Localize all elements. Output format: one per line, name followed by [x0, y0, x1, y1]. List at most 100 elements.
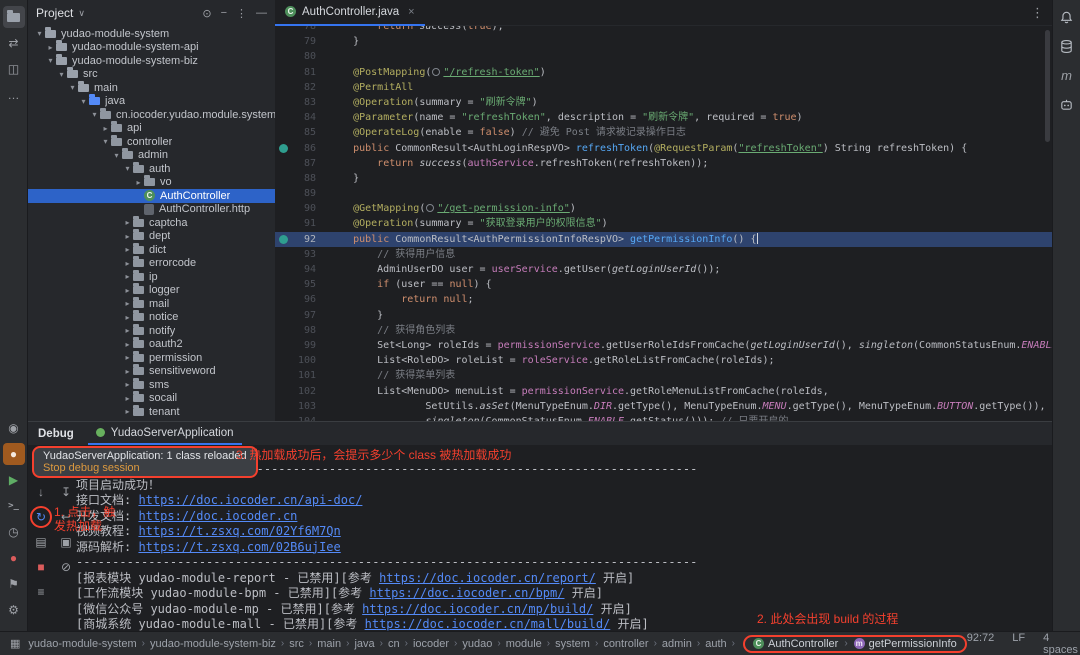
- tree-item-socail[interactable]: ▸socail: [28, 392, 275, 406]
- tree-item-dict[interactable]: ▸dict: [28, 243, 275, 257]
- tree-item-main[interactable]: ▾main: [28, 81, 275, 95]
- commit-tool-icon[interactable]: ⇄: [3, 32, 25, 54]
- project-tree[interactable]: ▾yudao-module-system▸yudao-module-system…: [28, 27, 275, 421]
- tree-chevron-icon[interactable]: ▸: [133, 178, 144, 187]
- tree-item-yudao-module-system-biz[interactable]: ▾yudao-module-system-biz: [28, 54, 275, 68]
- tree-chevron-icon[interactable]: ▸: [122, 245, 133, 254]
- console-link[interactable]: https://t.zsxq.com/02Yf6M7Qn: [138, 524, 340, 538]
- breadcrumb-yudao[interactable]: yudao: [462, 638, 492, 650]
- tree-chevron-icon[interactable]: ▾: [122, 164, 133, 173]
- breadcrumb-controller[interactable]: controller: [603, 638, 648, 650]
- tree-chevron-icon[interactable]: ▸: [122, 340, 133, 349]
- ai-assistant-icon[interactable]: [1056, 93, 1078, 115]
- tree-item-notice[interactable]: ▸notice: [28, 311, 275, 325]
- breadcrumb-iocoder[interactable]: iocoder: [413, 638, 449, 650]
- run-tool-icon[interactable]: ▶: [3, 469, 25, 491]
- tab-options-icon[interactable]: ⋮: [1031, 5, 1044, 21]
- stop-debug-session-link[interactable]: Stop debug session: [43, 462, 247, 474]
- tree-chevron-icon[interactable]: ▸: [122, 218, 133, 227]
- tree-chevron-icon[interactable]: ▸: [122, 353, 133, 362]
- tree-chevron-icon[interactable]: ▾: [45, 56, 56, 65]
- tree-item-yudao-module-system-api[interactable]: ▸yudao-module-system-api: [28, 41, 275, 55]
- tree-item-notify[interactable]: ▸notify: [28, 324, 275, 338]
- tree-item-cn.iocoder.yudao.module.system[interactable]: ▾cn.iocoder.yudao.module.system: [28, 108, 275, 122]
- workspace-grid-icon[interactable]: ▦: [10, 637, 20, 650]
- console-link[interactable]: https://doc.iocoder.cn/api-doc/: [138, 493, 362, 507]
- tree-item-yudao-module-system[interactable]: ▾yudao-module-system: [28, 27, 275, 41]
- project-tool-icon[interactable]: [3, 6, 25, 28]
- scroll-to-end-icon[interactable]: ↧: [58, 484, 74, 500]
- stop-icon[interactable]: ■: [33, 559, 49, 575]
- editor-scrollbar[interactable]: [1045, 30, 1050, 142]
- console-link[interactable]: https://doc.iocoder.cn: [138, 509, 297, 523]
- database-tool-icon[interactable]: [1056, 35, 1078, 57]
- tree-chevron-icon[interactable]: ▸: [122, 313, 133, 322]
- caret-position[interactable]: 92:72: [967, 632, 995, 655]
- tree-item-oauth2[interactable]: ▸oauth2: [28, 338, 275, 352]
- maven-tool-icon[interactable]: m: [1056, 64, 1078, 86]
- close-tab-icon[interactable]: ×: [408, 6, 414, 18]
- tree-item-logger[interactable]: ▸logger: [28, 284, 275, 298]
- tree-chevron-icon[interactable]: ▾: [34, 29, 45, 38]
- breadcrumb-java[interactable]: java: [354, 638, 374, 650]
- console-link[interactable]: https://doc.iocoder.cn/bpm/: [369, 586, 564, 600]
- more-options-icon[interactable]: ⋮: [236, 7, 247, 20]
- code-editor[interactable]: 78 return success(true);79 }8081 @PostMa…: [275, 26, 1052, 421]
- project-panel-title[interactable]: Project: [36, 6, 73, 20]
- tree-item-auth[interactable]: ▾auth: [28, 162, 275, 176]
- tree-chevron-icon[interactable]: ▸: [122, 326, 133, 335]
- more-tools-icon[interactable]: …: [3, 84, 25, 106]
- tree-item-src[interactable]: ▾src: [28, 68, 275, 82]
- tree-item-api[interactable]: ▸api: [28, 122, 275, 136]
- endpoint-icon[interactable]: [279, 144, 288, 153]
- breadcrumb-yudao-module-system-biz[interactable]: yudao-module-system-biz: [150, 638, 276, 650]
- debug-tool-icon[interactable]: ●: [3, 443, 25, 465]
- breadcrumb-yudao-module-system[interactable]: yudao-module-system: [28, 638, 136, 650]
- breadcrumb-auth[interactable]: auth: [705, 638, 726, 650]
- chevron-down-icon[interactable]: ∨: [78, 8, 85, 19]
- breadcrumb-module[interactable]: module: [506, 638, 542, 650]
- tree-chevron-icon[interactable]: ▸: [122, 272, 133, 281]
- breadcrumb-main[interactable]: main: [317, 638, 341, 650]
- tree-chevron-icon[interactable]: ▸: [122, 299, 133, 308]
- endpoint-icon[interactable]: [279, 235, 288, 244]
- history-icon[interactable]: ◷: [3, 521, 25, 543]
- tree-item-errorcode[interactable]: ▸errorcode: [28, 257, 275, 271]
- tree-item-AuthController[interactable]: CAuthController: [28, 189, 275, 203]
- tree-chevron-icon[interactable]: ▸: [122, 259, 133, 268]
- tree-item-sensitiveword[interactable]: ▸sensitiveword: [28, 365, 275, 379]
- more-icon[interactable]: ≡: [33, 584, 49, 600]
- tree-chevron-icon[interactable]: ▸: [122, 407, 133, 416]
- terminal-tool-icon[interactable]: >_: [3, 495, 25, 517]
- tree-chevron-icon[interactable]: ▸: [122, 286, 133, 295]
- tree-chevron-icon[interactable]: ▸: [122, 394, 133, 403]
- breadcrumb-src[interactable]: src: [289, 638, 304, 650]
- notifications-icon[interactable]: [1056, 6, 1078, 28]
- tree-chevron-icon[interactable]: ▾: [78, 97, 89, 106]
- tree-item-captcha[interactable]: ▸captcha: [28, 216, 275, 230]
- tree-item-dept[interactable]: ▸dept: [28, 230, 275, 244]
- tree-chevron-icon[interactable]: ▸: [122, 367, 133, 376]
- tree-item-vo[interactable]: ▸vo: [28, 176, 275, 190]
- settings-icon[interactable]: ⚙: [3, 599, 25, 621]
- debug-console[interactable]: ----------------------------------------…: [76, 462, 1048, 631]
- tree-item-tenant[interactable]: ▸tenant: [28, 405, 275, 419]
- copy-icon[interactable]: ▣: [58, 534, 74, 550]
- indent-setting[interactable]: 4 spaces: [1043, 632, 1078, 655]
- line-ending[interactable]: LF: [1012, 632, 1025, 655]
- console-link[interactable]: https://doc.iocoder.cn/mp/build/: [362, 602, 593, 616]
- clear-console-icon[interactable]: ⊘: [58, 559, 74, 575]
- tree-chevron-icon[interactable]: ▾: [56, 70, 67, 79]
- tree-item-AuthController.http[interactable]: AuthController.http: [28, 203, 275, 217]
- tree-chevron-icon[interactable]: ▸: [122, 380, 133, 389]
- tree-item-admin[interactable]: ▾admin: [28, 149, 275, 163]
- collapse-all-icon[interactable]: −: [221, 7, 227, 20]
- tree-chevron-icon[interactable]: ▸: [100, 124, 111, 133]
- debug-session-tab[interactable]: YudaoServerApplication: [88, 422, 242, 445]
- tree-chevron-icon[interactable]: ▾: [67, 83, 78, 92]
- tree-item-permission[interactable]: ▸permission: [28, 351, 275, 365]
- breadcrumb-cn[interactable]: cn: [388, 638, 400, 650]
- breadcrumb-getPermissionInfo[interactable]: mgetPermissionInfo: [854, 638, 957, 650]
- problems-tool-icon[interactable]: ●: [3, 547, 25, 569]
- structure-tool-icon[interactable]: ◫: [3, 58, 25, 80]
